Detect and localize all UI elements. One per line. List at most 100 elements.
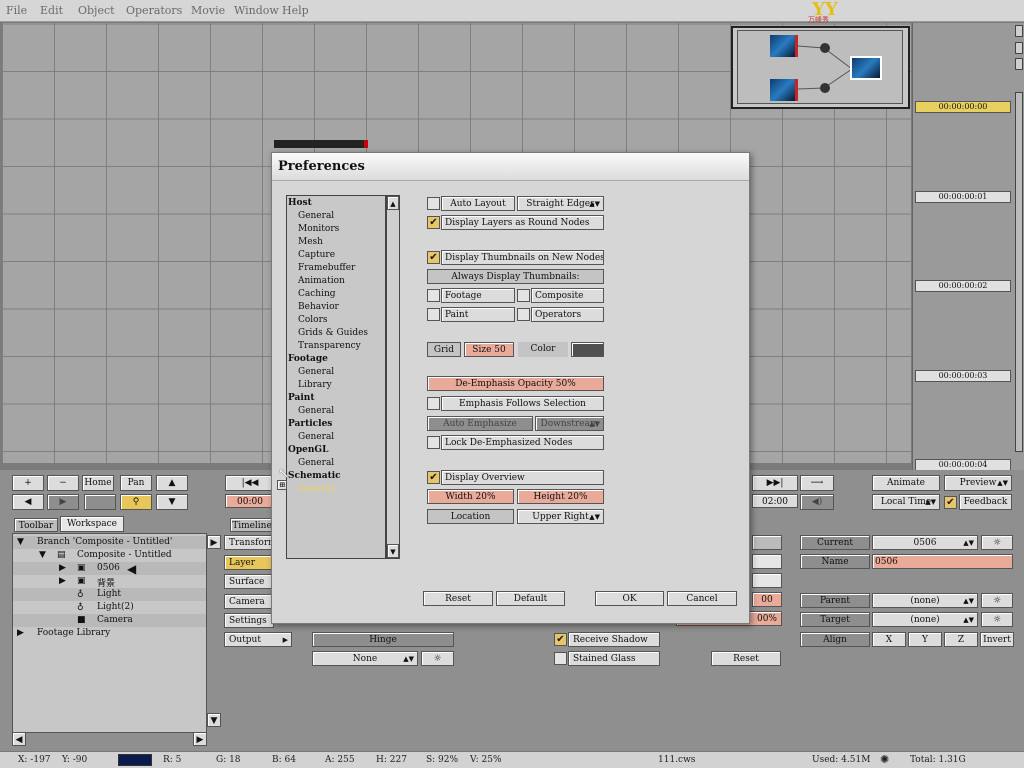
category-item[interactable]: Animation	[298, 276, 345, 286]
feedback-button[interactable]: Feedback	[959, 494, 1012, 510]
surface-field-3[interactable]	[752, 573, 782, 588]
tree-scroll-right-icon[interactable]: ▶	[193, 732, 207, 746]
target-pick-icon[interactable]: ☼	[981, 612, 1013, 627]
overview-height-slider[interactable]: Height 20%	[517, 489, 604, 504]
remove-button[interactable]: −	[47, 475, 79, 491]
timeline-zoom-in-icon[interactable]	[1015, 42, 1023, 54]
overview-width-slider[interactable]: Width 20%	[427, 489, 514, 504]
preview-dropdown[interactable]: Preview ▲▼	[944, 475, 1012, 491]
audio-icon[interactable]: ◀)	[800, 494, 834, 510]
category-item[interactable]: General	[298, 432, 334, 442]
overview-viewport[interactable]	[737, 30, 903, 104]
timeline-scrollbar[interactable]	[1015, 92, 1023, 452]
menu-edit[interactable]: Edit	[40, 4, 63, 17]
receive-shadow-button[interactable]: Receive Shadow	[568, 632, 660, 647]
emphasis-follows-checkbox[interactable]	[427, 397, 440, 410]
category-item[interactable]: Grids & Guides	[298, 328, 368, 338]
tree-scroll-up-icon[interactable]: ▶	[207, 535, 221, 549]
expand-arrow-icon[interactable]: ▶	[59, 563, 66, 573]
surface-field-2[interactable]	[752, 554, 782, 569]
invert-button[interactable]: Invert	[980, 632, 1014, 647]
ok-button[interactable]: OK	[595, 591, 664, 606]
timeline-scroll-right-icon[interactable]	[1015, 25, 1023, 37]
overview-thumb-composite[interactable]	[850, 56, 882, 80]
pick-icon[interactable]: ☼	[421, 651, 454, 666]
tab-toolbar[interactable]: Toolbar	[14, 518, 58, 532]
composite-button[interactable]: Composite	[531, 288, 604, 303]
expand-arrow-icon[interactable]: ▶	[17, 628, 24, 638]
time-cell-0[interactable]: 00:00:00:00	[915, 101, 1011, 113]
right-arrow-icon[interactable]: ▶	[47, 494, 79, 510]
list-item[interactable]: ■ Camera	[13, 614, 206, 627]
timeline-zoom-out-icon[interactable]	[1015, 58, 1023, 70]
thumbnails-new-button[interactable]: Display Thumbnails on New Nodes	[441, 250, 604, 265]
timeline-strip[interactable]: 00:00:00:00 00:00:00:01 00:00:00:02 00:0…	[912, 23, 1024, 471]
feedback-checkbox[interactable]: ✔	[944, 496, 957, 509]
home-button[interactable]: Home	[82, 475, 114, 491]
layer-button[interactable]: Layer	[224, 555, 274, 570]
round-nodes-button[interactable]: Display Layers as Round Nodes	[441, 215, 604, 230]
list-item[interactable]: ▶ Footage Library	[13, 627, 206, 640]
list-item[interactable]: ♁ Light	[13, 588, 206, 601]
tab-workspace[interactable]: Workspace	[60, 516, 124, 532]
go-to-end-icon[interactable]: ▶▶|	[752, 475, 798, 491]
left-arrow-icon[interactable]: ◀	[12, 494, 44, 510]
down-arrow-icon[interactable]: ▼	[156, 494, 188, 510]
category-item[interactable]: OpenGL	[288, 445, 328, 455]
emphasis-follows-button[interactable]: Emphasis Follows Selection	[441, 396, 604, 411]
expand-arrow-icon[interactable]: ▼	[39, 550, 46, 560]
local-time-dropdown[interactable]: Local Time ▲▼	[872, 494, 940, 510]
name-input[interactable]: 0506	[872, 554, 1013, 569]
tree-scroll-left-icon[interactable]: ◀	[12, 732, 26, 746]
category-item[interactable]: General	[298, 484, 334, 494]
grid-size-slider[interactable]: Size 50	[464, 342, 514, 357]
add-button[interactable]: +	[12, 475, 44, 491]
parent-pick-icon[interactable]: ☼	[981, 593, 1013, 608]
category-item[interactable]: General	[298, 367, 334, 377]
overview-node-1[interactable]	[820, 43, 830, 53]
paint-button[interactable]: Paint	[441, 307, 515, 322]
scene-tree[interactable]: ▼ Branch 'Composite - Untitled' ▼ ▤ Composi…	[12, 533, 207, 733]
thumbnails-new-checkbox[interactable]: ✔	[427, 251, 440, 264]
camera-button[interactable]: Camera	[224, 594, 274, 609]
list-item[interactable]: ▼ ▤ Composite - Untitled	[13, 549, 206, 562]
loop-icon[interactable]: ⟶	[800, 475, 834, 491]
receive-shadow-checkbox[interactable]: ✔	[554, 633, 567, 646]
category-item[interactable]: Framebuffer	[298, 263, 355, 273]
paint-checkbox[interactable]	[427, 308, 440, 321]
pan-button[interactable]: Pan	[120, 475, 152, 491]
settings-button[interactable]: Settings	[224, 613, 274, 628]
category-item[interactable]: Monitors	[298, 224, 339, 234]
menu-file[interactable]: File	[6, 4, 27, 17]
footage-button[interactable]: Footage	[441, 288, 515, 303]
category-scrollbar[interactable]: ▲ ▼	[386, 195, 400, 559]
lock-deemph-button[interactable]: Lock De-Emphasized Nodes	[441, 435, 604, 450]
category-item[interactable]: Library	[298, 380, 332, 390]
auto-emphasize-button[interactable]: Auto Emphasize	[427, 416, 533, 431]
color-swatch-button[interactable]	[84, 494, 116, 510]
time-cell-1[interactable]: 00:00:00:01	[915, 191, 1011, 203]
up-arrow-icon[interactable]: ▲	[156, 475, 188, 491]
category-list[interactable]: Host General Monitors Mesh Capture Framebuffe…	[286, 195, 386, 559]
lock-deemph-checkbox[interactable]	[427, 436, 440, 449]
overview-thumb-2[interactable]	[770, 79, 798, 101]
start-time-field[interactable]: 00:00	[225, 494, 275, 508]
target-dropdown[interactable]: (none) ▲▼	[872, 612, 978, 627]
footage-checkbox[interactable]	[427, 289, 440, 302]
current-dropdown[interactable]: 0506 ▲▼	[872, 535, 978, 550]
reset-button[interactable]: Reset	[423, 591, 493, 606]
time-cell-3[interactable]: 00:00:00:03	[915, 370, 1011, 382]
expand-arrow-icon[interactable]: ▶	[59, 576, 66, 586]
category-item[interactable]: Behavior	[298, 302, 339, 312]
cancel-button[interactable]: Cancel	[667, 591, 737, 606]
category-item[interactable]: Caching	[298, 289, 336, 299]
composite-checkbox[interactable]	[517, 289, 530, 302]
menu-operators[interactable]: Operators	[126, 4, 182, 17]
category-item[interactable]: Mesh	[298, 237, 323, 247]
category-item[interactable]: General	[298, 458, 334, 468]
align-x-button[interactable]: X	[872, 632, 906, 647]
time-cell-2[interactable]: 00:00:00:02	[915, 280, 1011, 292]
surface-pct-1[interactable]: 00	[752, 592, 782, 607]
category-item[interactable]: Capture	[298, 250, 335, 260]
menu-help[interactable]: Help	[282, 4, 309, 17]
